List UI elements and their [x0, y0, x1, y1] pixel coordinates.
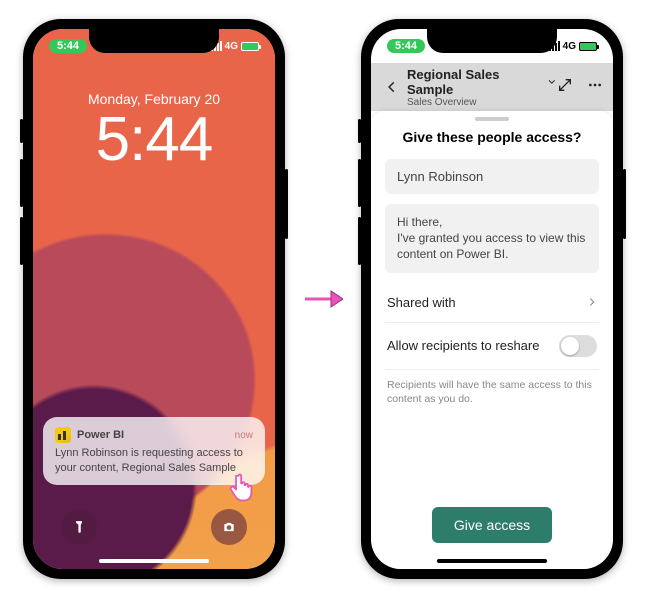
status-time: 5:44 — [49, 39, 87, 53]
expand-icon — [557, 77, 573, 93]
lock-time: 5:44 — [33, 107, 275, 172]
chevron-right-icon — [587, 295, 597, 310]
reshare-label: Allow recipients to reshare — [387, 338, 539, 353]
give-access-button[interactable]: Give access — [432, 507, 552, 543]
more-button[interactable] — [587, 77, 603, 98]
phone-lockscreen: 5:44 4G Monday, February 20 5:44 Power B… — [23, 19, 285, 579]
notification-time: now — [235, 430, 253, 441]
sheet-title: Give these people access? — [371, 129, 613, 145]
camera-button[interactable] — [211, 509, 247, 545]
shared-with-label: Shared with — [387, 295, 456, 310]
expand-button[interactable] — [557, 77, 573, 98]
powerbi-icon — [55, 427, 71, 443]
message-field[interactable]: Hi there, I've granted you access to vie… — [385, 204, 599, 273]
phone-app: 5:44 4G Regional Sales Sample Sales Over — [361, 19, 623, 579]
battery-icon — [579, 42, 597, 51]
battery-icon — [241, 42, 259, 51]
notch — [89, 29, 219, 53]
network-label: 4G — [563, 41, 576, 52]
header-title: Regional Sales Sample — [407, 67, 543, 97]
home-indicator[interactable] — [99, 559, 209, 563]
notch — [427, 29, 557, 53]
sheet-handle[interactable] — [475, 117, 509, 121]
hand-pointer-icon — [225, 469, 259, 503]
header-subtitle: Sales Overview — [407, 97, 557, 108]
sheet-hint: Recipients will have the same access to … — [385, 370, 599, 406]
notification-app-name: Power BI — [77, 429, 124, 441]
reshare-toggle[interactable] — [559, 335, 597, 357]
app-header: Regional Sales Sample Sales Overview — [371, 63, 613, 111]
camera-icon — [222, 520, 236, 534]
shared-with-row[interactable]: Shared with — [385, 283, 599, 323]
back-button[interactable] — [381, 80, 403, 94]
flow-arrow-icon — [303, 287, 343, 311]
lock-datetime: Monday, February 20 5:44 — [33, 91, 275, 172]
chevron-down-icon[interactable] — [547, 77, 557, 87]
chevron-left-icon — [385, 80, 399, 94]
flashlight-button[interactable] — [61, 509, 97, 545]
more-icon — [587, 77, 603, 93]
share-sheet: Give these people access? Lynn Robinson … — [371, 111, 613, 569]
network-label: 4G — [225, 41, 238, 52]
status-time: 5:44 — [387, 39, 425, 53]
flashlight-icon — [72, 520, 86, 534]
recipient-field[interactable]: Lynn Robinson — [385, 159, 599, 194]
notification-body: Lynn Robinson is requesting access to yo… — [55, 446, 253, 475]
app-screen: 5:44 4G Regional Sales Sample Sales Over — [371, 29, 613, 569]
lock-screen: 5:44 4G Monday, February 20 5:44 Power B… — [33, 29, 275, 569]
home-indicator[interactable] — [437, 559, 547, 563]
reshare-row: Allow recipients to reshare — [385, 323, 599, 370]
